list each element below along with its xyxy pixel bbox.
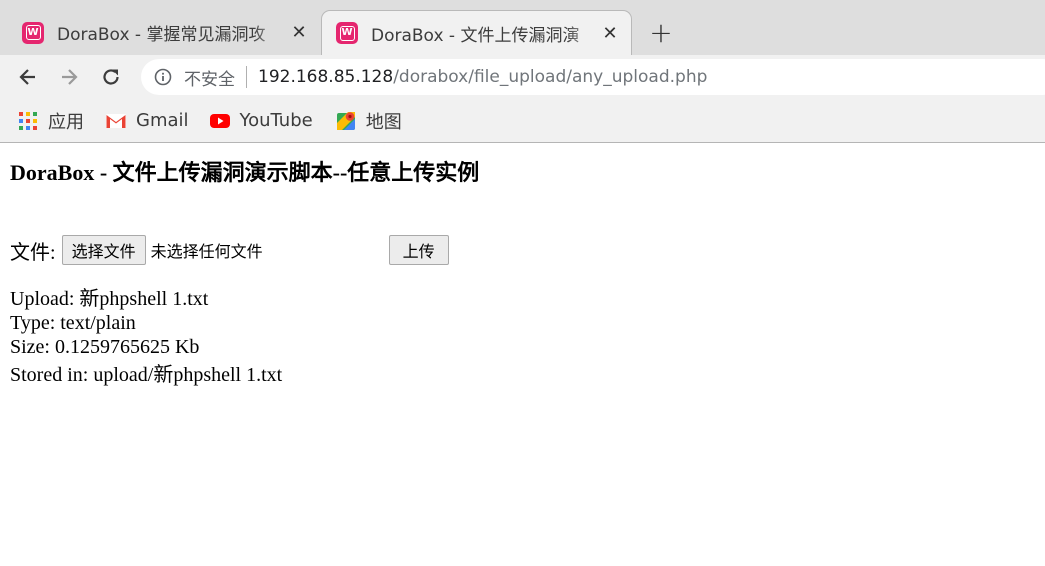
omnibox-divider (246, 66, 247, 88)
bookmark-label: 地图 (365, 111, 402, 133)
info-icon[interactable] (154, 68, 172, 86)
url-text[interactable]: 192.168.85.128/dorabox/file_upload/any_u… (258, 67, 707, 87)
tab-dorabox-home[interactable]: W DoraBox - 掌握常见漏洞攻 ✕ (8, 10, 320, 55)
bookmark-maps[interactable]: 地图 (335, 108, 402, 134)
bookmark-label: 应用 (48, 111, 84, 133)
dorabox-favicon-icon: W (336, 22, 358, 44)
maps-icon (335, 110, 357, 132)
upload-submit-button[interactable]: 上传 (388, 235, 449, 265)
result-upload-line: Upload: 新phpshell 1.txt (10, 288, 209, 310)
choose-file-button[interactable]: 选择文件 (61, 235, 146, 265)
bookmarks-bar: 应用 Gmail YouTube 地图 (0, 99, 1045, 143)
browser-toolbar: 不安全 192.168.85.128/dorabox/file_upload/a… (0, 55, 1045, 99)
bookmark-gmail[interactable]: Gmail (105, 110, 189, 132)
bookmark-label: Gmail (136, 110, 189, 131)
result-type-line: Type: text/plain (10, 312, 136, 334)
apps-grid-icon (17, 110, 39, 132)
back-button[interactable] (13, 62, 43, 92)
back-arrow-icon (19, 69, 35, 85)
reload-icon (103, 69, 119, 85)
reload-button[interactable] (96, 62, 126, 92)
result-size-line: Size: 0.1259765625 Kb (10, 336, 200, 358)
file-status-text: 未选择任何文件 (150, 242, 263, 261)
bookmark-youtube[interactable]: YouTube (209, 110, 313, 132)
tab-strip: W DoraBox - 掌握常见漏洞攻 ✕ W DoraBox - 文件上传漏洞… (0, 0, 1045, 55)
bookmark-apps[interactable]: 应用 (17, 108, 84, 134)
upload-result: Upload: 新phpshell 1.txt Type: text/plain… (10, 287, 282, 387)
upload-form: 文件: 选择文件 未选择任何文件 上传 (10, 235, 449, 265)
new-tab-button[interactable]: + (646, 16, 676, 49)
dorabox-favicon-icon: W (22, 21, 44, 44)
bookmark-label: YouTube (239, 110, 313, 131)
close-tab-icon[interactable]: ✕ (288, 21, 310, 43)
file-label: 文件: (10, 241, 56, 264)
tab-title: DoraBox - 掌握常见漏洞攻 (57, 25, 266, 45)
close-tab-icon[interactable]: ✕ (599, 22, 621, 44)
not-secure-label[interactable]: 不安全 (184, 65, 235, 90)
forward-button[interactable] (54, 62, 84, 92)
youtube-icon (209, 110, 231, 132)
tab-title: DoraBox - 文件上传漏洞演 (371, 25, 580, 46)
page-title: DoraBox - 文件上传漏洞演示脚本--任意上传实例 (10, 160, 480, 185)
gmail-icon (105, 110, 127, 132)
tab-dorabox-file-upload[interactable]: W DoraBox - 文件上传漏洞演 ✕ (321, 10, 632, 55)
url-host: 192.168.85.128 (258, 67, 394, 87)
address-bar[interactable]: 不安全 192.168.85.128/dorabox/file_upload/a… (141, 59, 1045, 95)
result-stored-line: Stored in: upload/新phpshell 1.txt (10, 364, 283, 386)
url-path: /dorabox/file_upload/any_upload.php (393, 67, 708, 87)
forward-arrow-icon (62, 69, 78, 85)
